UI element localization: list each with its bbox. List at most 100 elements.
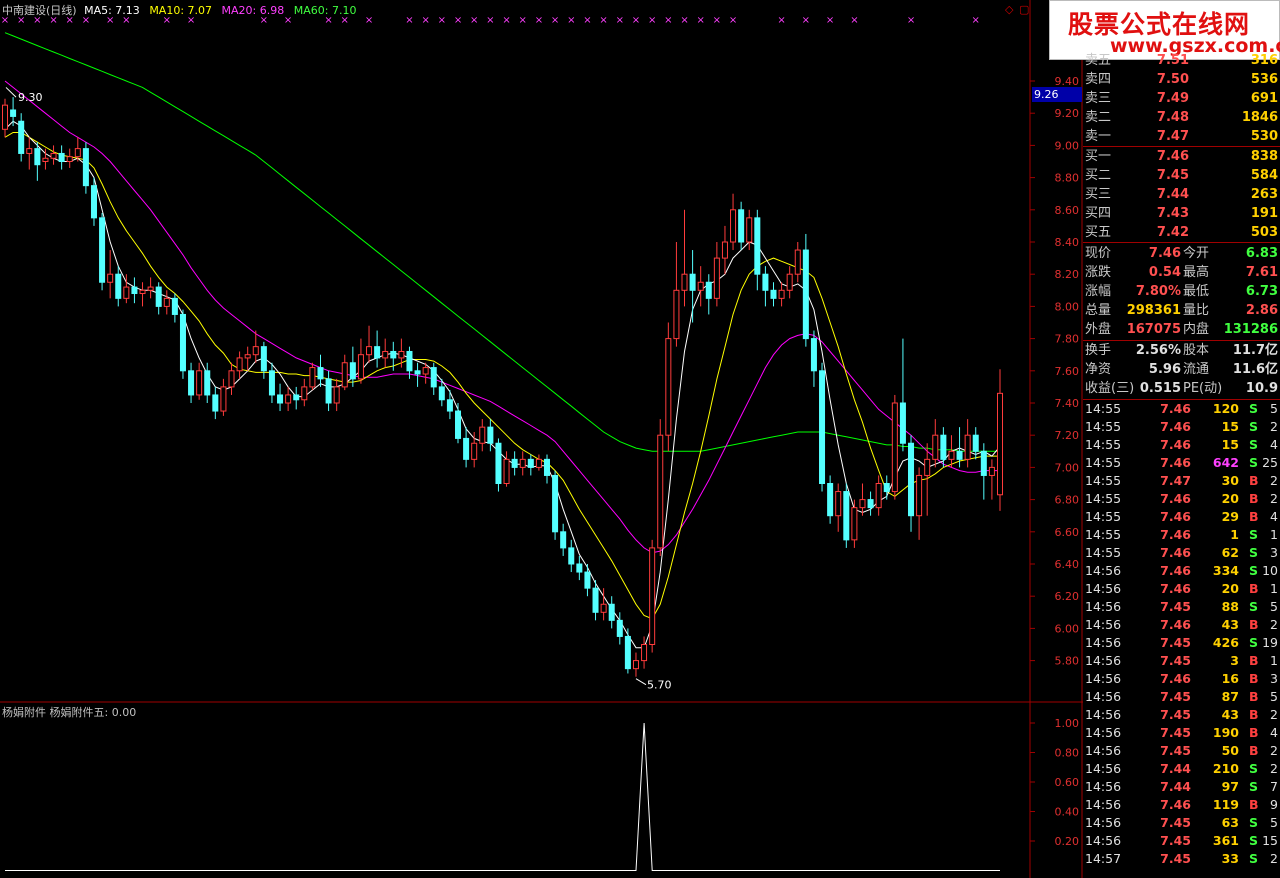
tick-volume: 97 [1221,779,1239,794]
bid-volume: 584 [1250,168,1278,183]
ask-row[interactable]: 卖三 7.49 691 [1083,89,1278,108]
candle-body [82,148,89,187]
tick-row: 14:56 7.45 3 B 1 [1083,652,1280,670]
tick-row: 14:56 7.45 426 S 19 [1083,634,1280,652]
diamond-icon[interactable]: ◇ [1005,3,1013,16]
candle-body [948,450,955,460]
stat-value: 0.54 [1148,265,1181,280]
signal-marker: × [850,15,858,26]
chart-legend: 中南建设(日线) MA5: 7.13 MA10: 7.07 MA20: 6.98… [2,2,356,18]
signal-marker: × [729,15,737,26]
stat-row: 收益(三) 0.515 PE(动) 10.9 [1083,379,1278,398]
bid-row[interactable]: 买二 7.45 584 [1083,166,1278,185]
candle-body [26,148,33,154]
bid-volume: 191 [1250,206,1278,221]
candle-body [236,357,243,372]
price-tick-label: 8.40 [1055,236,1080,249]
candle-body [867,499,874,509]
tick-price: 7.45 [1160,725,1191,740]
candle-body [891,402,898,493]
tick-time: 14:55 [1085,527,1122,542]
price-tick-label: 5.80 [1055,655,1080,668]
tick-row: 14:55 7.46 62 S 3 [1083,544,1280,562]
candle-body [228,370,235,388]
tick-price: 7.46 [1160,437,1191,452]
price-tick-label: 9.00 [1055,139,1080,152]
signal-marker: × [713,15,721,26]
tick-count: 1 [1270,653,1278,668]
tick-price: 7.44 [1160,761,1191,776]
stat-label: 换手 [1085,343,1112,358]
tick-side: B [1249,743,1259,758]
ask-row[interactable]: 卖四 7.50 536 [1083,70,1278,89]
ask-price: 7.51 [1156,53,1189,68]
tick-time: 14:56 [1085,725,1122,740]
stat-row: 净资 5.96 流通 11.6亿 [1083,360,1278,379]
stat-value: 11.7亿 [1232,343,1278,358]
tick-side: S [1249,545,1259,560]
candle-body [908,442,915,517]
tick-price: 7.47 [1160,473,1191,488]
price-tick-label: 8.20 [1055,268,1080,281]
tick-time: 14:55 [1085,545,1122,560]
tick-time: 14:55 [1085,437,1122,452]
ask-label: 卖四 [1085,72,1112,87]
ask-row[interactable]: 卖五 7.51 316 [1083,51,1278,70]
bid-row[interactable]: 买五 7.42 503 [1083,223,1278,242]
signal-marker: × [470,15,478,26]
signal-marker: × [438,15,446,26]
tick-volume: 20 [1221,491,1239,506]
tick-count: 2 [1270,707,1278,722]
indicator-title: 杨娟附件 杨娟附件五: 0.00 [2,706,137,719]
tick-volume: 1 [1230,527,1239,542]
tick-price: 7.46 [1160,509,1191,524]
price-tick-label: 9.20 [1055,107,1080,120]
candle-body [843,491,850,541]
tick-side: S [1249,851,1259,866]
candle-body [859,499,866,509]
candle-body [341,362,348,388]
candle-body [446,399,453,412]
tick-volume: 190 [1212,725,1239,740]
bid-label: 买五 [1085,225,1112,240]
bid-volume: 503 [1250,225,1278,240]
candle-body [42,157,49,162]
stat-row: 总量 298361 量比 2.86 [1083,301,1278,320]
tick-row: 14:55 7.47 30 B 2 [1083,472,1280,490]
tick-volume: 15 [1221,437,1239,452]
kline-chart[interactable]: 9.409.209.008.808.608.408.208.007.807.60… [0,0,1083,878]
candle-body [107,273,114,283]
tick-time: 14:55 [1085,401,1122,416]
candle-body [754,217,761,275]
ask-row[interactable]: 卖二 7.48 1846 [1083,108,1278,127]
tick-price: 7.46 [1160,527,1191,542]
signal-marker: × [486,15,494,26]
bid-row[interactable]: 买四 7.43 191 [1083,204,1278,223]
tick-price: 7.46 [1160,419,1191,434]
candle-body [244,354,251,359]
stat-value: 298361 [1126,303,1181,318]
bid-label: 买一 [1085,149,1112,164]
indicator-line [5,722,1000,871]
stat-value: 131286 [1223,322,1278,337]
bid-row[interactable]: 买三 7.44 263 [1083,185,1278,204]
candle-body [802,249,809,340]
candle-body [99,217,106,283]
tick-time: 14:56 [1085,563,1122,578]
candle-body [972,434,979,452]
candle-body [543,458,550,476]
candle-body [730,209,737,243]
tick-volume: 119 [1212,797,1239,812]
tick-count: 5 [1270,815,1278,830]
stat-row: 涨幅 7.80% 最低 6.73 [1083,282,1278,301]
candle-body [964,434,971,460]
restore-icon[interactable]: ▢ [1019,3,1029,16]
ask-label: 卖一 [1085,129,1112,144]
ask-price: 7.49 [1156,91,1189,106]
ask-row[interactable]: 卖一 7.47 530 [1083,127,1278,146]
candle-body [827,483,834,517]
tick-volume: 87 [1221,689,1239,704]
stat-row: 换手 2.56% 股本 11.7亿 [1083,341,1278,360]
signal-marker: × [535,15,543,26]
bid-row[interactable]: 买一 7.46 838 [1083,147,1278,166]
